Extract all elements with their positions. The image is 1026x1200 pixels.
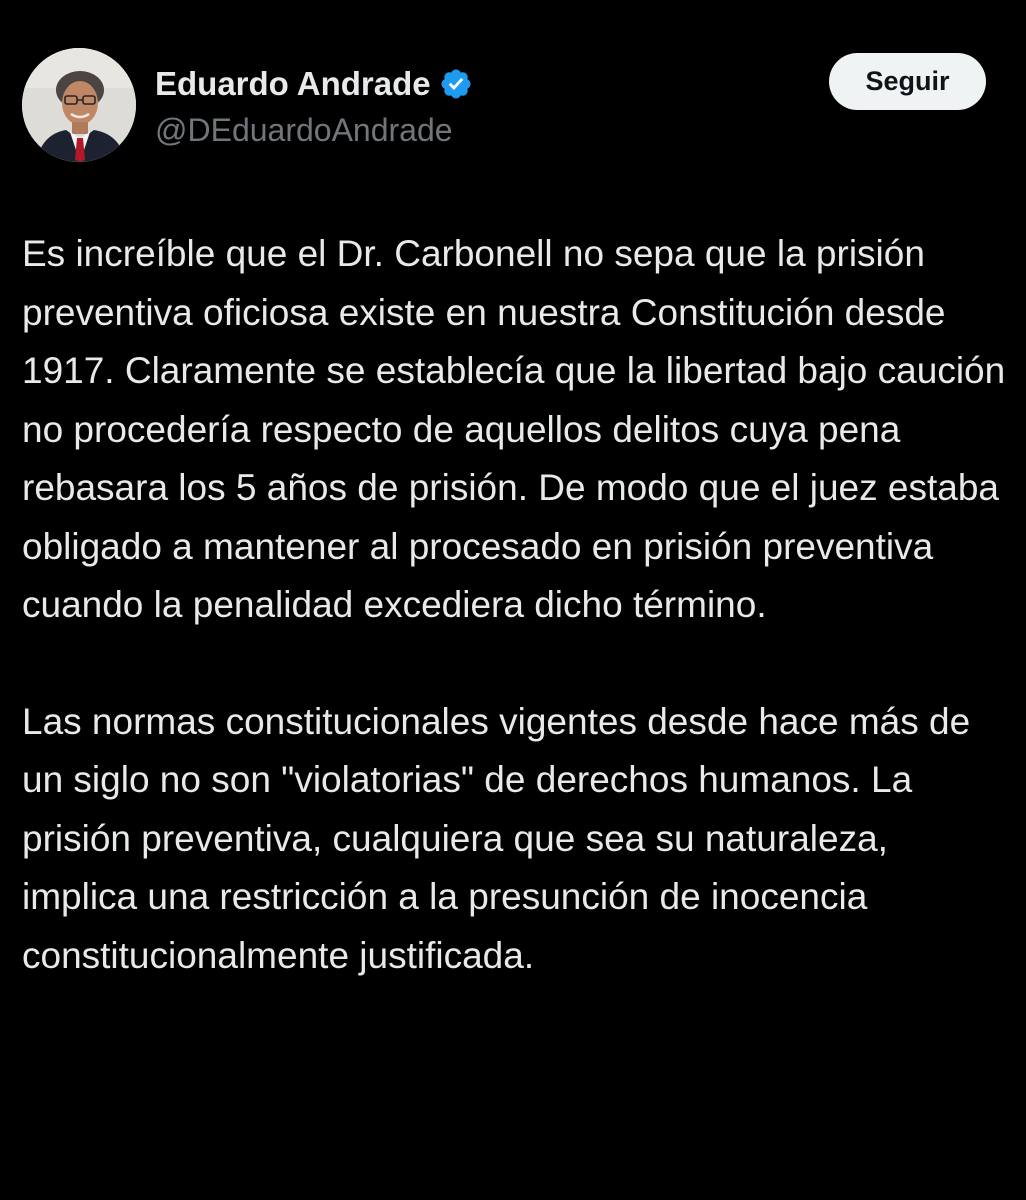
tweet-header: Eduardo Andrade @DEduardoAndrade Seguir [0,0,1026,190]
follow-button[interactable]: Seguir [829,53,986,110]
verified-badge-icon [439,67,473,101]
tweet-paragraph: Las normas constitucionales vigentes des… [22,700,971,976]
tweet-paragraph: Es increíble que el Dr. Carbonell no sep… [22,233,1006,625]
author-name-row: Eduardo Andrade [155,62,473,106]
avatar-photo [22,48,136,162]
tweet-text: Es increíble que el Dr. Carbonell no sep… [22,225,1012,985]
author-handle[interactable]: @DEduardoAndrade [155,112,453,149]
author-display-name[interactable]: Eduardo Andrade [155,65,431,103]
avatar[interactable] [22,48,136,162]
